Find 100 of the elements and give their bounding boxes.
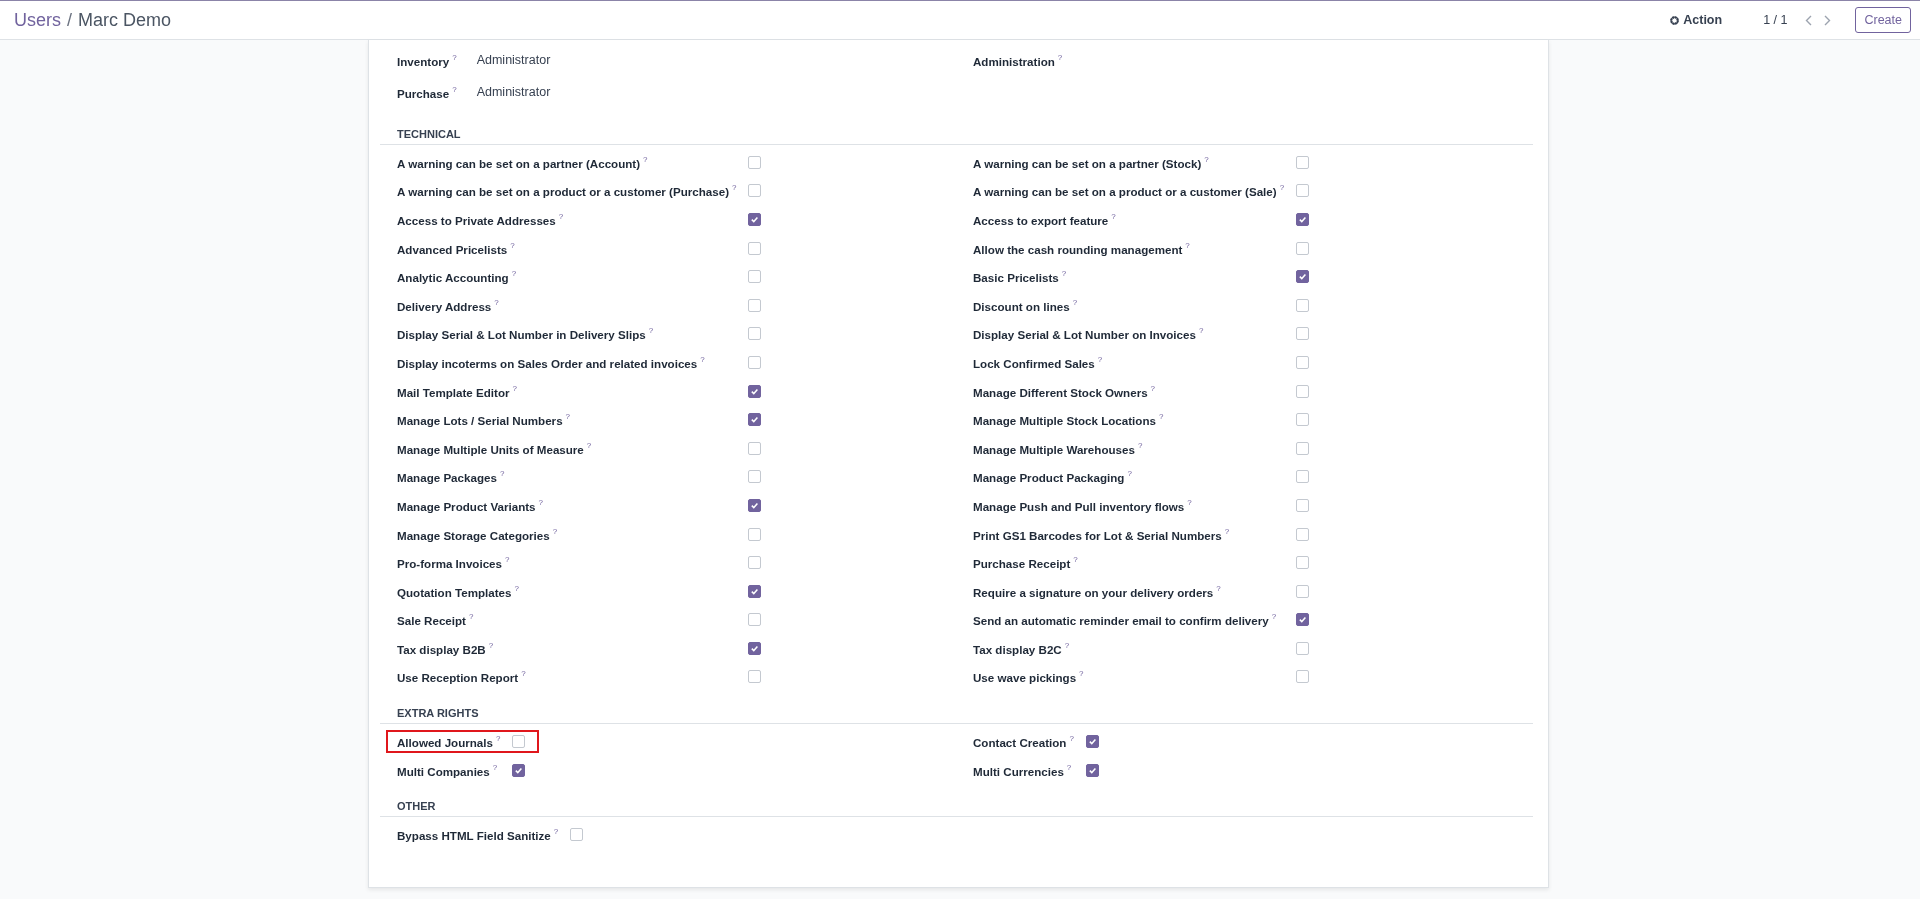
- help-tooltip[interactable]: ?: [538, 497, 543, 507]
- help-tooltip[interactable]: ?: [499, 469, 505, 479]
- checkbox[interactable]: [1296, 384, 1310, 398]
- checkbox[interactable]: [1296, 184, 1310, 198]
- help-tooltip[interactable]: ?: [1279, 183, 1285, 193]
- help-tooltip[interactable]: ?: [1073, 555, 1078, 565]
- checkbox[interactable]: [748, 270, 762, 284]
- help-tooltip[interactable]: ?: [452, 84, 457, 94]
- field-label: A warning can be set on a partner (Stock) $^{?}$: [973, 154, 1210, 170]
- help-tooltip[interactable]: ?: [1079, 669, 1084, 679]
- field-label: Allowed Journals $^{?}$: [397, 734, 501, 750]
- checkbox[interactable]: [1296, 241, 1310, 255]
- help-tooltip[interactable]: ?: [494, 297, 499, 307]
- checkbox[interactable]: [1296, 498, 1310, 512]
- checkbox[interactable]: [1296, 441, 1310, 455]
- help-tooltip[interactable]: ?: [1216, 583, 1221, 593]
- checkbox[interactable]: [1296, 584, 1310, 598]
- help-tooltip[interactable]: ?: [1072, 297, 1078, 307]
- checkbox[interactable]: [512, 735, 526, 749]
- checkbox[interactable]: [748, 413, 762, 427]
- help-tooltip[interactable]: ?: [505, 555, 510, 565]
- help-tooltip[interactable]: ?: [496, 734, 501, 744]
- checkbox[interactable]: [748, 470, 762, 484]
- help-tooltip[interactable]: ?: [512, 383, 517, 393]
- checkbox[interactable]: [1296, 298, 1310, 312]
- help-tooltip[interactable]: ?: [1224, 526, 1230, 536]
- help-tooltip[interactable]: ?: [1271, 612, 1277, 622]
- help-tooltip[interactable]: ?: [1061, 269, 1067, 279]
- help-tooltip[interactable]: ?: [492, 762, 498, 772]
- help-tooltip[interactable]: ?: [1185, 240, 1190, 250]
- checkbox[interactable]: [748, 213, 762, 226]
- help-tooltip[interactable]: ?: [468, 612, 474, 622]
- checkbox[interactable]: [748, 584, 762, 598]
- checkbox[interactable]: [1296, 327, 1310, 341]
- checkbox[interactable]: [1085, 735, 1099, 749]
- check-icon: [750, 643, 760, 653]
- help-tooltip[interactable]: ?: [452, 52, 457, 62]
- field-label: Display incoterms on Sales Order and related invoices $^{?}$: [397, 354, 706, 370]
- checkbox[interactable]: [1296, 155, 1310, 169]
- help-tooltip[interactable]: ?: [1187, 497, 1192, 507]
- checkbox[interactable]: [748, 298, 762, 312]
- action-button[interactable]: Action: [1663, 9, 1729, 31]
- checkbox[interactable]: [748, 641, 762, 655]
- checkbox[interactable]: [748, 241, 762, 255]
- help-tooltip[interactable]: ?: [1137, 440, 1143, 450]
- checkbox[interactable]: [512, 763, 526, 777]
- help-tooltip[interactable]: ?: [1204, 154, 1209, 164]
- checkbox[interactable]: [1296, 556, 1310, 570]
- help-tooltip[interactable]: ?: [558, 212, 564, 221]
- checkbox[interactable]: [1296, 213, 1310, 226]
- help-tooltip[interactable]: ?: [1066, 762, 1072, 772]
- checkbox[interactable]: [1085, 763, 1099, 777]
- checkbox[interactable]: [1296, 613, 1310, 627]
- help-tooltip[interactable]: ?: [700, 354, 705, 364]
- help-tooltip[interactable]: ?: [643, 154, 648, 164]
- checkbox[interactable]: [1296, 641, 1310, 655]
- checkbox[interactable]: [748, 327, 762, 341]
- check-icon: [750, 386, 760, 396]
- checkbox[interactable]: [1296, 527, 1310, 541]
- help-tooltip[interactable]: ?: [1097, 354, 1103, 364]
- help-tooltip[interactable]: ?: [1057, 52, 1063, 62]
- help-tooltip[interactable]: ?: [1111, 212, 1116, 221]
- checkbox[interactable]: [748, 155, 762, 169]
- help-tooltip[interactable]: ?: [510, 240, 515, 250]
- checkbox[interactable]: [748, 384, 762, 398]
- checkbox[interactable]: [748, 441, 762, 455]
- checkbox[interactable]: [748, 184, 762, 198]
- help-tooltip[interactable]: ?: [521, 669, 526, 679]
- help-tooltip[interactable]: ?: [552, 526, 558, 536]
- help-tooltip[interactable]: ?: [1069, 734, 1074, 744]
- help-tooltip[interactable]: ?: [488, 640, 494, 650]
- help-tooltip[interactable]: ?: [511, 269, 517, 279]
- checkbox[interactable]: [748, 670, 762, 684]
- help-tooltip[interactable]: ?: [1127, 469, 1132, 479]
- help-tooltip[interactable]: ?: [1150, 383, 1156, 393]
- breadcrumb-link[interactable]: Users: [14, 9, 61, 31]
- help-tooltip[interactable]: ?: [1158, 412, 1164, 422]
- help-tooltip[interactable]: ?: [586, 440, 592, 450]
- checkbox[interactable]: [748, 355, 762, 369]
- help-tooltip[interactable]: ?: [553, 827, 559, 837]
- checkbox[interactable]: [570, 828, 584, 842]
- checkbox[interactable]: [748, 498, 762, 512]
- help-tooltip[interactable]: ?: [1198, 326, 1204, 336]
- checkbox[interactable]: [1296, 670, 1310, 684]
- checkbox[interactable]: [1296, 270, 1310, 284]
- field-value: Administrator: [476, 53, 552, 67]
- field-label: Allow the cash rounding management $^{?}$: [973, 240, 1191, 256]
- checkbox[interactable]: [1296, 355, 1310, 369]
- checkbox[interactable]: [748, 613, 762, 627]
- help-tooltip[interactable]: ?: [565, 412, 571, 422]
- help-tooltip[interactable]: ?: [514, 583, 519, 593]
- create-button[interactable]: Create: [1855, 7, 1911, 33]
- help-tooltip[interactable]: ?: [732, 183, 737, 193]
- help-tooltip[interactable]: ?: [1064, 640, 1070, 650]
- checkbox[interactable]: [748, 527, 762, 541]
- checkbox[interactable]: [1296, 470, 1310, 484]
- help-tooltip[interactable]: ?: [648, 326, 654, 336]
- field-label: Purchase $^{?}$: [397, 84, 457, 100]
- checkbox[interactable]: [748, 556, 762, 570]
- checkbox[interactable]: [1296, 413, 1310, 427]
